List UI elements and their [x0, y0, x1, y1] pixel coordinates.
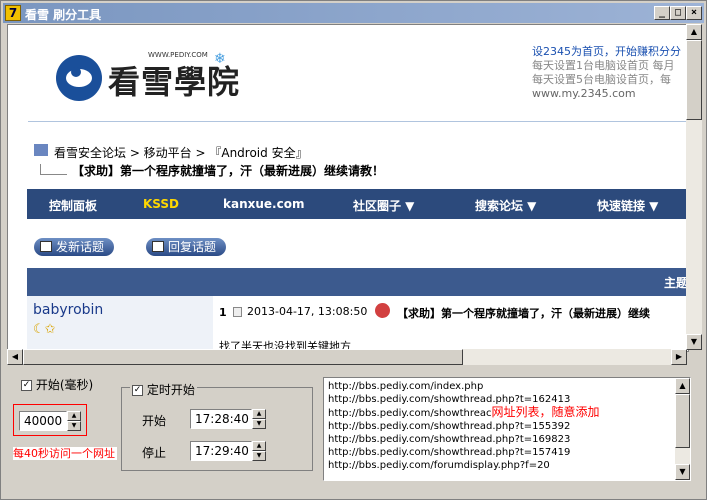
reply-button[interactable]: 回复话题 [146, 238, 227, 256]
close-button[interactable]: × [686, 6, 702, 20]
browser-horizontal-scrollbar[interactable]: ◀ ▶ [7, 349, 687, 365]
url-list-scrollbar[interactable]: ▲ ▼ [675, 378, 690, 480]
nav-community[interactable]: 社区圈子 ▼ [353, 197, 414, 214]
nav-search[interactable]: 搜索论坛 ▼ [475, 197, 536, 214]
interval-spinner[interactable]: ▲ ▼ [67, 411, 81, 431]
kanxue-logo[interactable]: WWW.PEDIY.COM 看雪學院 ❄ [52, 47, 252, 127]
window-title: 看雪 刷分工具 [25, 8, 102, 22]
spin-up-icon[interactable]: ▲ [252, 409, 266, 419]
stop-time-input[interactable]: 17:29:40 [190, 441, 252, 461]
scroll-down-icon[interactable]: ▼ [686, 334, 702, 350]
scroll-left-icon[interactable]: ◀ [7, 349, 23, 365]
interval-note: 每40秒访问一个网址 [13, 447, 117, 460]
forum-navbar: 控制面板 KSSD kanxue.com 社区圈子 ▼ 搜索论坛 ▼ 快速链接 … [27, 189, 688, 219]
pencil-icon [40, 241, 52, 252]
title-bar[interactable]: 7 看雪 刷分工具 _ □ × [3, 3, 704, 23]
spin-up-icon[interactable]: ▲ [252, 441, 266, 451]
url-line: http://bbs.pediy.com/showthreac网址列表，随意添加 [328, 405, 600, 420]
new-topic-label: 发新话题 [56, 240, 105, 254]
ad-banner[interactable]: 设2345为首页，开始赚积分分 每天设置1台电脑设首页 每月 每天设置5台电脑设… [532, 45, 688, 103]
vertical-scroll-thumb[interactable] [686, 40, 702, 120]
start-checkbox[interactable]: ✓ [21, 380, 32, 391]
tree-branch-icon [40, 164, 67, 175]
scroll-up-icon[interactable]: ▲ [686, 24, 702, 40]
timer-label: 定时开始 [146, 383, 195, 397]
stop-time-spinner[interactable]: ▲ ▼ [252, 441, 266, 461]
minimize-button[interactable]: _ [654, 6, 670, 20]
snowflake-icon: ❄ [214, 51, 226, 67]
scroll-right-icon[interactable]: ▶ [671, 349, 687, 365]
table-header: 主题 [27, 268, 688, 296]
eye-pupil [71, 67, 81, 77]
spin-up-icon[interactable]: ▲ [67, 411, 81, 421]
nav-quick-links[interactable]: 快速链接 ▼ [597, 197, 658, 214]
nav-kanxue[interactable]: kanxue.com [223, 197, 304, 211]
timer-group: ✓ 定时开始 开始 17:28:40 ▲ ▼ 停止 17:29:40 ▲ ▼ [121, 381, 313, 471]
url-list-note: 网址列表，随意添加 [491, 405, 600, 419]
forum-home-icon[interactable] [34, 144, 48, 156]
start-time-label: 开始 [142, 414, 167, 428]
post-number: 1 [219, 306, 227, 319]
start-time-input[interactable]: 17:28:40 [190, 409, 252, 429]
eye-logo-icon [56, 55, 102, 101]
spin-down-icon[interactable]: ▼ [252, 451, 266, 461]
ad-url: www.my.2345.com [532, 87, 636, 100]
browser-vertical-scrollbar[interactable]: ▲ ▼ [686, 24, 702, 350]
start-label: 开始(毫秒) [35, 378, 94, 392]
url-line: http://bbs.pediy.com/showthread.php?t=15… [328, 447, 571, 458]
post-author-cell: babyrobin ☾✩ [27, 296, 213, 351]
breadcrumb-path[interactable]: 看雪安全论坛 > 移动平台 > 『Android 安全』 [54, 144, 308, 161]
ad-line-3: 每天设置5台电脑设首页，每 [532, 73, 671, 86]
scroll-up-icon[interactable]: ▲ [675, 378, 690, 394]
user-rank-icon: ☾✩ [33, 322, 56, 337]
post-document-icon [233, 307, 242, 317]
reply-label: 回复话题 [168, 240, 217, 254]
spin-down-icon[interactable]: ▼ [67, 421, 81, 431]
ad-line-2: 每天设置1台电脑设首页 每月 [532, 59, 675, 72]
interval-input[interactable]: 40000 [19, 411, 67, 431]
username[interactable]: babyrobin [33, 302, 103, 318]
app-window: 7 看雪 刷分工具 _ □ × WWW.PEDIY.COM 看雪學院 ❄ 设23… [0, 0, 707, 500]
timer-checkbox[interactable]: ✓ [132, 385, 143, 396]
reply-icon [152, 241, 164, 252]
url-line: http://bbs.pediy.com/index.php [328, 381, 484, 392]
maximize-button[interactable]: □ [670, 6, 686, 20]
start-time-spinner[interactable]: ▲ ▼ [252, 409, 266, 429]
scroll-down-icon[interactable]: ▼ [675, 464, 690, 480]
app-icon: 7 [5, 5, 21, 21]
thread-title: 【求助】第一个程序就撞墙了，汗（最新进展）继续请教！ [72, 164, 385, 178]
url-list-textarea[interactable]: http://bbs.pediy.com/index.php http://bb… [323, 377, 691, 481]
post-content: 1 2013-04-17, 13:08:50 【求助】第一个程序就撞墙了，汗（最… [215, 296, 688, 351]
stop-time-label: 停止 [142, 446, 167, 460]
url-line: http://bbs.pediy.com/showthread.php?t=15… [328, 421, 571, 432]
topic-column-header: 主题 [663, 276, 688, 290]
horizontal-scroll-thumb[interactable] [23, 349, 463, 365]
timer-checkbox-row[interactable]: ✓ 定时开始 [130, 381, 197, 398]
post-title: 【求助】第一个程序就撞墙了，汗（最新进展）继续 [397, 307, 650, 320]
url-scroll-thumb[interactable] [675, 394, 690, 448]
start-checkbox-row[interactable]: ✓ 开始(毫秒) [21, 376, 93, 393]
angry-face-icon [375, 303, 390, 318]
url-line: http://bbs.pediy.com/showthread.php?t=16… [328, 434, 571, 445]
breadcrumb: 看雪安全论坛 > 移动平台 > 『Android 安全』 【求助】第一个程序就撞… [28, 121, 688, 188]
ad-line-1[interactable]: 设2345为首页，开始赚积分分 [532, 45, 688, 59]
nav-control-panel[interactable]: 控制面板 [49, 197, 97, 214]
spin-down-icon[interactable]: ▼ [252, 419, 266, 429]
browser-view[interactable]: WWW.PEDIY.COM 看雪學院 ❄ 设2345为首页，开始赚积分分 每天设… [7, 24, 689, 352]
post-date: 2013-04-17, 13:08:50 [247, 305, 368, 318]
nav-kssd[interactable]: KSSD [143, 197, 179, 211]
url-line: http://bbs.pediy.com/forumdisplay.php?f=… [328, 460, 550, 471]
new-topic-button[interactable]: 发新话题 [34, 238, 115, 256]
